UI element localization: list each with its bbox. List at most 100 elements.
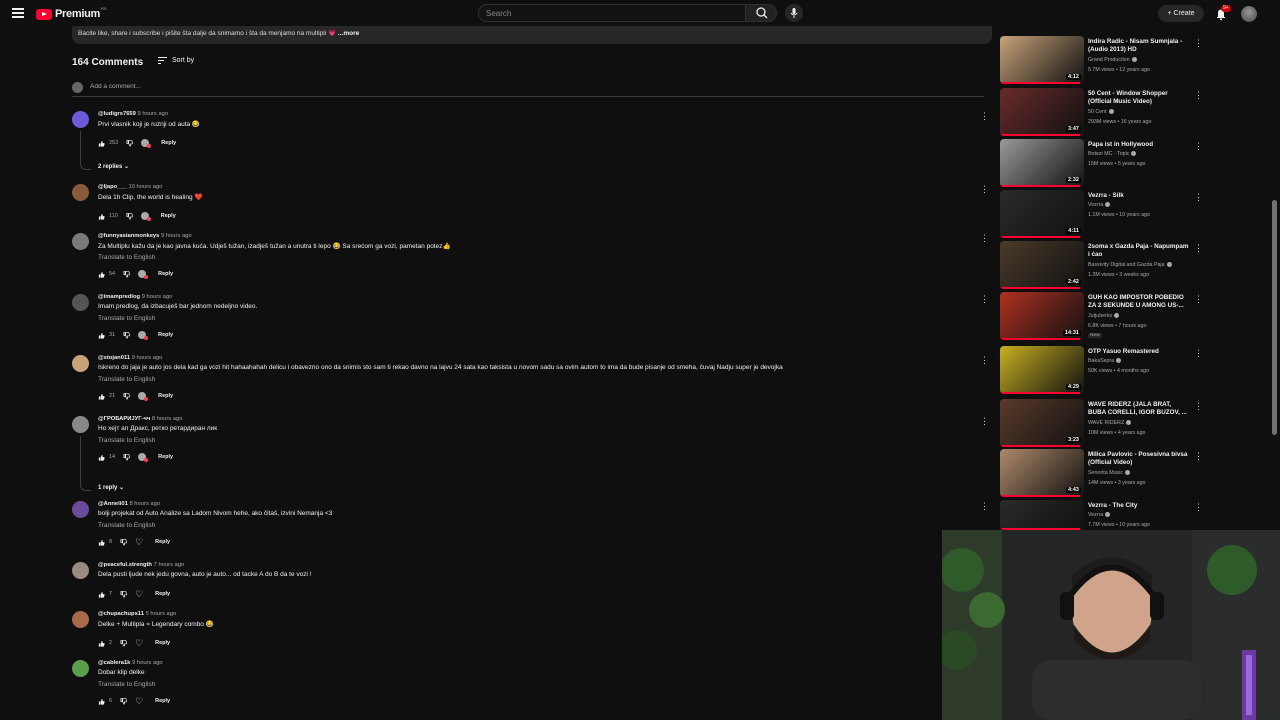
- related-video-item[interactable]: 14:31 GUH KAO IMPOSTOR POBEDIO ZA 2 SEKUN…: [1000, 292, 1270, 340]
- related-video-item[interactable]: 4:29 OTP Yasuo Remastered BakaSepra 50K vie…: [1000, 346, 1270, 394]
- sort-by-button[interactable]: Sort by: [158, 57, 194, 64]
- video-channel[interactable]: Senorita Music: [1088, 470, 1131, 476]
- video-thumbnail[interactable]: 2:32: [1000, 139, 1084, 187]
- video-menu-icon[interactable]: ⋮: [1194, 141, 1203, 152]
- comment-time[interactable]: 9 hours ago: [132, 660, 163, 666]
- reply-button[interactable]: Reply: [158, 332, 173, 338]
- video-title[interactable]: 50 Cent - Window Shopper (Official Music…: [1088, 90, 1190, 106]
- translate-link[interactable]: Translate to English: [98, 254, 155, 261]
- commenter-avatar[interactable]: [72, 184, 89, 201]
- like-icon[interactable]: [98, 591, 105, 598]
- dislike-icon[interactable]: [126, 212, 133, 220]
- video-menu-icon[interactable]: ⋮: [1194, 38, 1203, 49]
- video-menu-icon[interactable]: ⋮: [1194, 348, 1203, 359]
- dislike-icon[interactable]: [120, 639, 128, 647]
- reply-button[interactable]: Reply: [155, 698, 170, 704]
- reply-button[interactable]: Reply: [161, 140, 176, 146]
- video-channel[interactable]: Jutjuberko: [1088, 313, 1120, 319]
- translate-link[interactable]: Translate to English: [98, 376, 155, 383]
- video-menu-icon[interactable]: ⋮: [1194, 192, 1203, 203]
- like-icon[interactable]: [98, 454, 105, 461]
- comment-author[interactable]: @funnyasianmonkeys: [98, 233, 159, 239]
- channel-name[interactable]: Bassivity Digital and Gazda Paja: [1088, 262, 1165, 268]
- channel-name[interactable]: Jutjuberko: [1088, 313, 1112, 319]
- video-menu-icon[interactable]: ⋮: [1194, 294, 1203, 305]
- video-title[interactable]: Vezrra - The City: [1088, 502, 1190, 510]
- video-title[interactable]: 2soma x Gazda Paja - Napumpam i ćao: [1088, 243, 1190, 259]
- video-channel[interactable]: BakaSepra: [1088, 358, 1122, 364]
- video-title[interactable]: WAVE RIDERZ (JALA BRAT, BUBA CORELLI, IG…: [1088, 401, 1190, 417]
- comment-author[interactable]: @Anneli01: [98, 501, 128, 507]
- search-button[interactable]: [745, 4, 777, 22]
- comment-time[interactable]: 5 hours ago: [146, 611, 177, 617]
- comment-menu-icon[interactable]: ⋮: [980, 294, 989, 305]
- video-menu-icon[interactable]: ⋮: [1194, 451, 1203, 462]
- youtube-premium-logo[interactable]: Premium RS: [36, 6, 107, 20]
- commenter-avatar[interactable]: [72, 501, 89, 518]
- like-icon[interactable]: [98, 640, 105, 647]
- commenter-avatar[interactable]: [72, 355, 89, 372]
- reply-button[interactable]: Reply: [158, 393, 173, 399]
- dislike-icon[interactable]: [120, 697, 128, 705]
- description-more-link[interactable]: ...more: [338, 30, 359, 37]
- comment-time[interactable]: 9 hours ago: [138, 111, 169, 117]
- comment-author[interactable]: @chupachups11: [98, 611, 144, 617]
- commenter-avatar[interactable]: [72, 294, 89, 311]
- comment-menu-icon[interactable]: ⋮: [980, 416, 989, 427]
- reply-button[interactable]: Reply: [161, 213, 176, 219]
- reply-button[interactable]: Reply: [158, 271, 173, 277]
- comment-menu-icon[interactable]: ⋮: [980, 355, 989, 366]
- comment-author[interactable]: @ljapo___: [98, 184, 127, 190]
- dislike-icon[interactable]: [126, 139, 134, 147]
- video-menu-icon[interactable]: ⋮: [1194, 401, 1203, 412]
- video-channel[interactable]: Vezrra: [1088, 202, 1111, 208]
- commenter-avatar[interactable]: [72, 562, 89, 579]
- video-title[interactable]: OTP Yasuo Remastered: [1088, 348, 1190, 356]
- video-thumbnail[interactable]: 4:11: [1000, 190, 1084, 238]
- related-video-item[interactable]: 3:23 WAVE RIDERZ (JALA BRAT, BUBA CORELLI…: [1000, 399, 1270, 447]
- dislike-icon[interactable]: [123, 453, 131, 461]
- heart-icon[interactable]: ♡: [135, 639, 143, 648]
- channel-name[interactable]: Vezrra: [1088, 202, 1103, 208]
- account-avatar[interactable]: [1241, 6, 1257, 22]
- reply-button[interactable]: Reply: [158, 454, 173, 460]
- video-thumbnail[interactable]: 3:23: [1000, 399, 1084, 447]
- comment-time[interactable]: 9 hours ago: [161, 233, 192, 239]
- video-title[interactable]: Milica Pavlovic - Posesivna bivsa (Offic…: [1088, 451, 1190, 467]
- video-title[interactable]: Papa ist in Hollywood: [1088, 141, 1190, 149]
- related-video-item[interactable]: 2:32 Papa ist in Hollywood Botezi MC - Top…: [1000, 139, 1270, 187]
- comment-time[interactable]: 9 hours ago: [142, 294, 173, 300]
- comment-time[interactable]: 9 hours ago: [132, 355, 163, 361]
- commenter-avatar[interactable]: [72, 111, 89, 128]
- like-icon[interactable]: [98, 140, 105, 147]
- dislike-icon[interactable]: [120, 590, 128, 598]
- related-video-item[interactable]: 4:11 Vezrra - Silk Vezrra 1.1M views • 10 y…: [1000, 190, 1270, 238]
- video-thumbnail[interactable]: 4:12: [1000, 36, 1084, 84]
- channel-name[interactable]: Senorita Music: [1088, 470, 1123, 476]
- reply-button[interactable]: Reply: [155, 591, 170, 597]
- translate-link[interactable]: Translate to English: [98, 681, 155, 688]
- commenter-avatar[interactable]: [72, 233, 89, 250]
- video-channel[interactable]: Botezi MC - Topic: [1088, 151, 1137, 157]
- channel-name[interactable]: 50 Cent: [1088, 109, 1107, 115]
- video-channel[interactable]: WAVE RIDERZ: [1088, 420, 1132, 426]
- comment-menu-icon[interactable]: ⋮: [980, 184, 989, 195]
- video-thumbnail[interactable]: 2:42: [1000, 241, 1084, 289]
- related-video-item[interactable]: 2:42 2soma x Gazda Paja - Napumpam i ćao B…: [1000, 241, 1270, 289]
- commenter-avatar[interactable]: [72, 416, 89, 433]
- page-scrollbar[interactable]: [1272, 200, 1277, 435]
- commenter-avatar[interactable]: [72, 611, 89, 628]
- video-channel[interactable]: Bassivity Digital and Gazda Paja: [1088, 262, 1172, 268]
- comment-author[interactable]: @imampredlog: [98, 294, 140, 300]
- comment-time[interactable]: 8 hours ago: [129, 501, 160, 507]
- comment-author[interactable]: @stojan011: [98, 355, 130, 361]
- video-title[interactable]: Vezrra - Silk: [1088, 192, 1190, 200]
- like-icon[interactable]: [98, 393, 105, 400]
- video-channel[interactable]: Grand Production: [1088, 57, 1137, 63]
- dislike-icon[interactable]: [123, 392, 131, 400]
- like-icon[interactable]: [98, 539, 105, 546]
- video-menu-icon[interactable]: ⋮: [1194, 90, 1203, 101]
- replies-toggle[interactable]: 2 replies ⌄: [98, 163, 129, 170]
- translate-link[interactable]: Translate to English: [98, 315, 155, 322]
- video-thumbnail[interactable]: 4:43: [1000, 449, 1084, 497]
